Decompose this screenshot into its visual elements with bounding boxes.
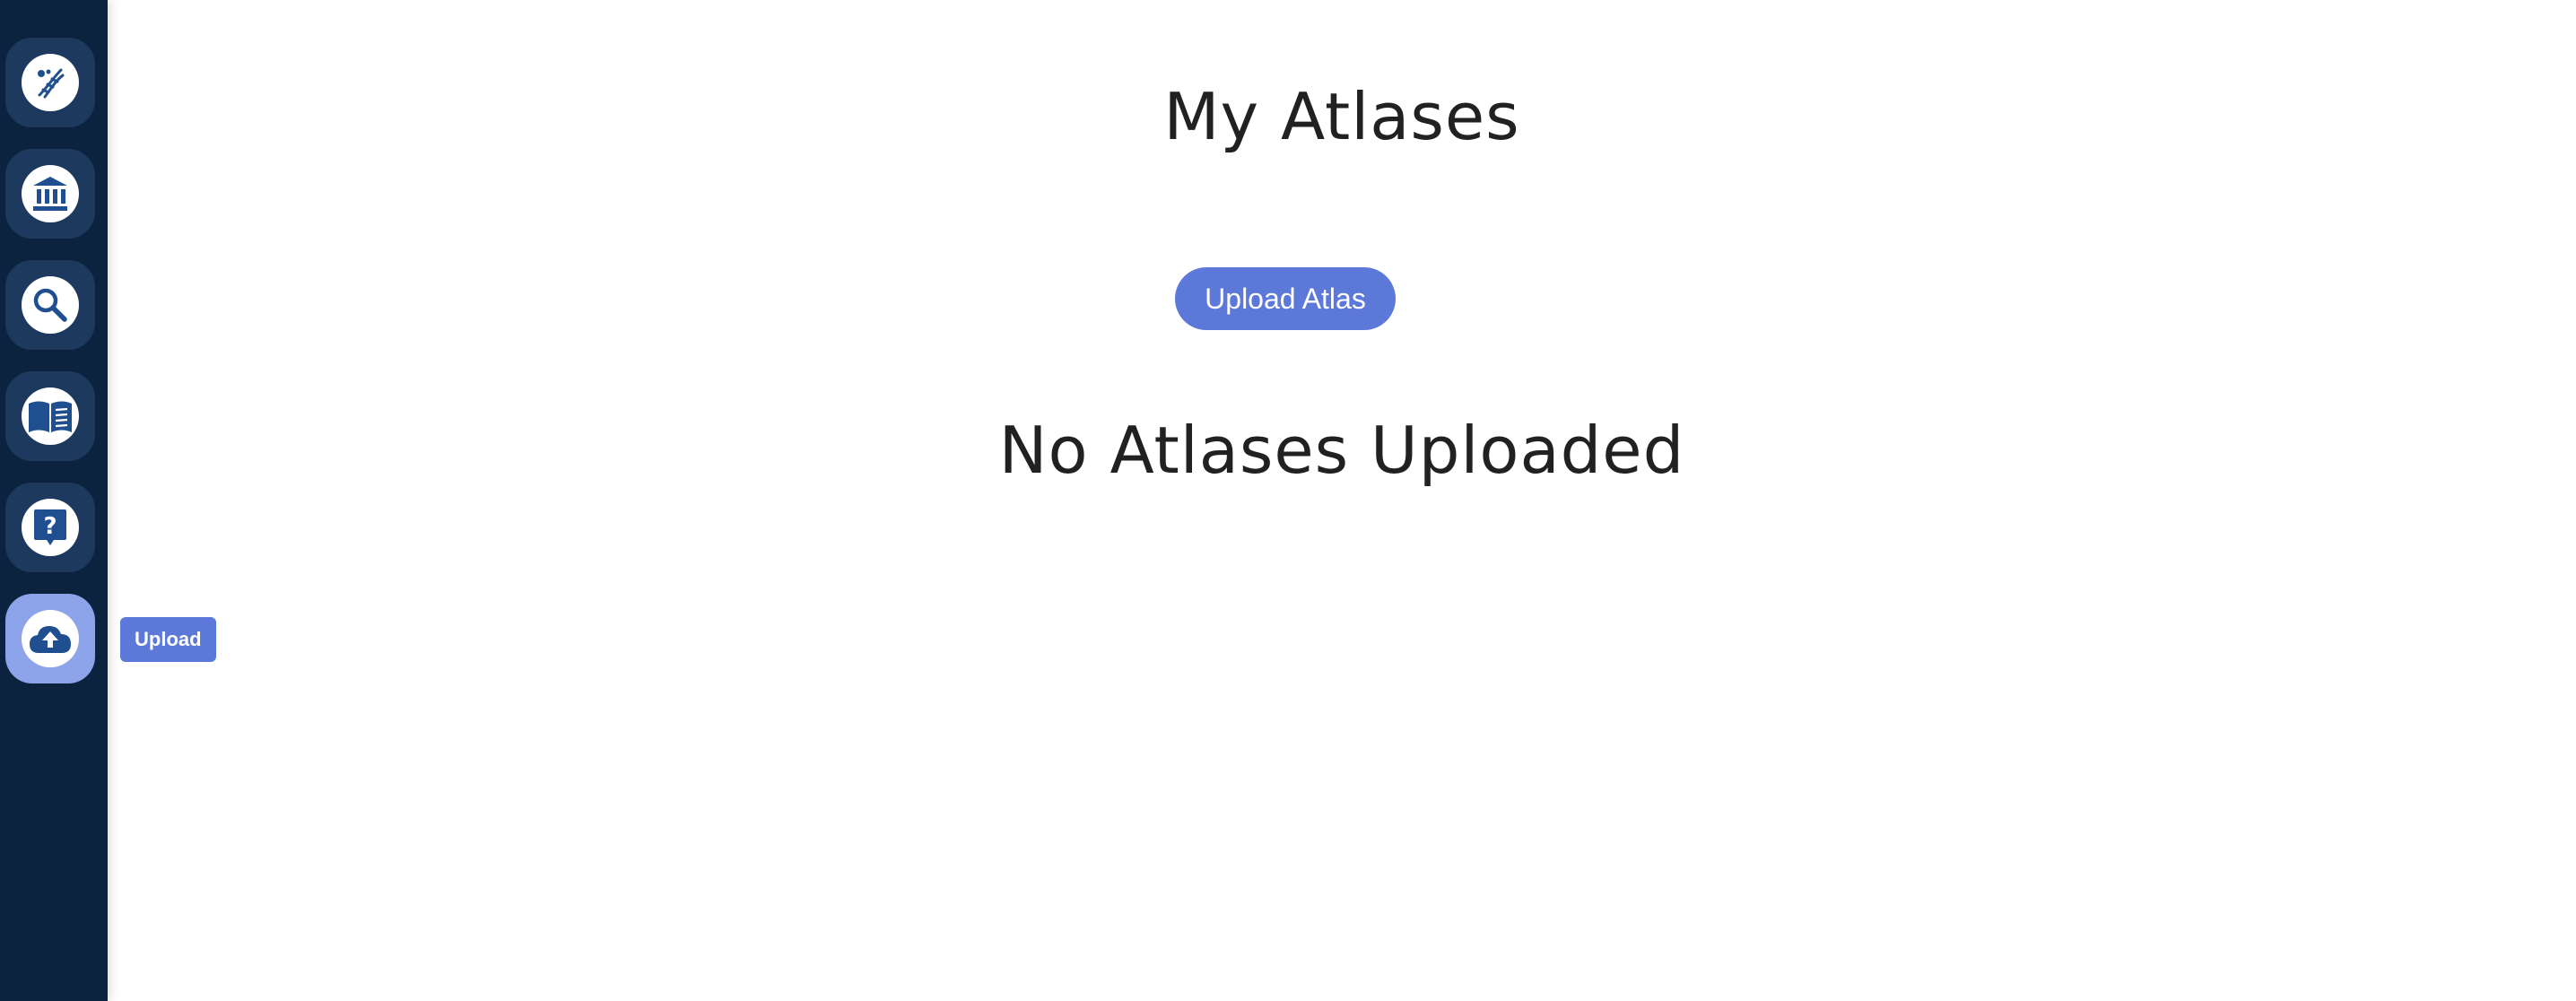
museum-icon <box>33 177 67 211</box>
app-root: ? Upload My Atlases Upload Atlas No Atla… <box>0 0 2576 1001</box>
sidebar-item-upload[interactable] <box>5 594 95 683</box>
dna-icon <box>38 68 65 99</box>
nav-icon-circle: ? <box>22 499 79 556</box>
upload-tooltip: Upload <box>120 617 216 662</box>
nav-icon-circle <box>22 276 79 334</box>
page-title: My Atlases <box>1163 79 1520 154</box>
search-icon <box>33 288 67 322</box>
sidebar: ? <box>0 0 108 1001</box>
upload-atlas-button[interactable]: Upload Atlas <box>1175 267 1396 330</box>
help-icon: ? <box>34 509 66 545</box>
nav-icon-circle <box>22 54 79 111</box>
cloud-upload-icon <box>30 626 71 653</box>
main-content: My Atlases Upload Atlas No Atlases Uploa… <box>108 0 2576 1001</box>
nav-icon-circle <box>22 165 79 222</box>
nav-icon-circle <box>22 610 79 667</box>
book-icon <box>29 401 72 432</box>
empty-state-message: No Atlases Uploaded <box>998 413 1685 488</box>
nav-icon-circle <box>22 387 79 445</box>
sidebar-item-docs[interactable] <box>5 371 95 461</box>
sidebar-item-search[interactable] <box>5 260 95 350</box>
sidebar-item-library[interactable] <box>5 149 95 239</box>
svg-text:?: ? <box>43 513 57 540</box>
sidebar-item-atlas[interactable] <box>5 38 95 127</box>
sidebar-item-help[interactable]: ? <box>5 483 95 572</box>
